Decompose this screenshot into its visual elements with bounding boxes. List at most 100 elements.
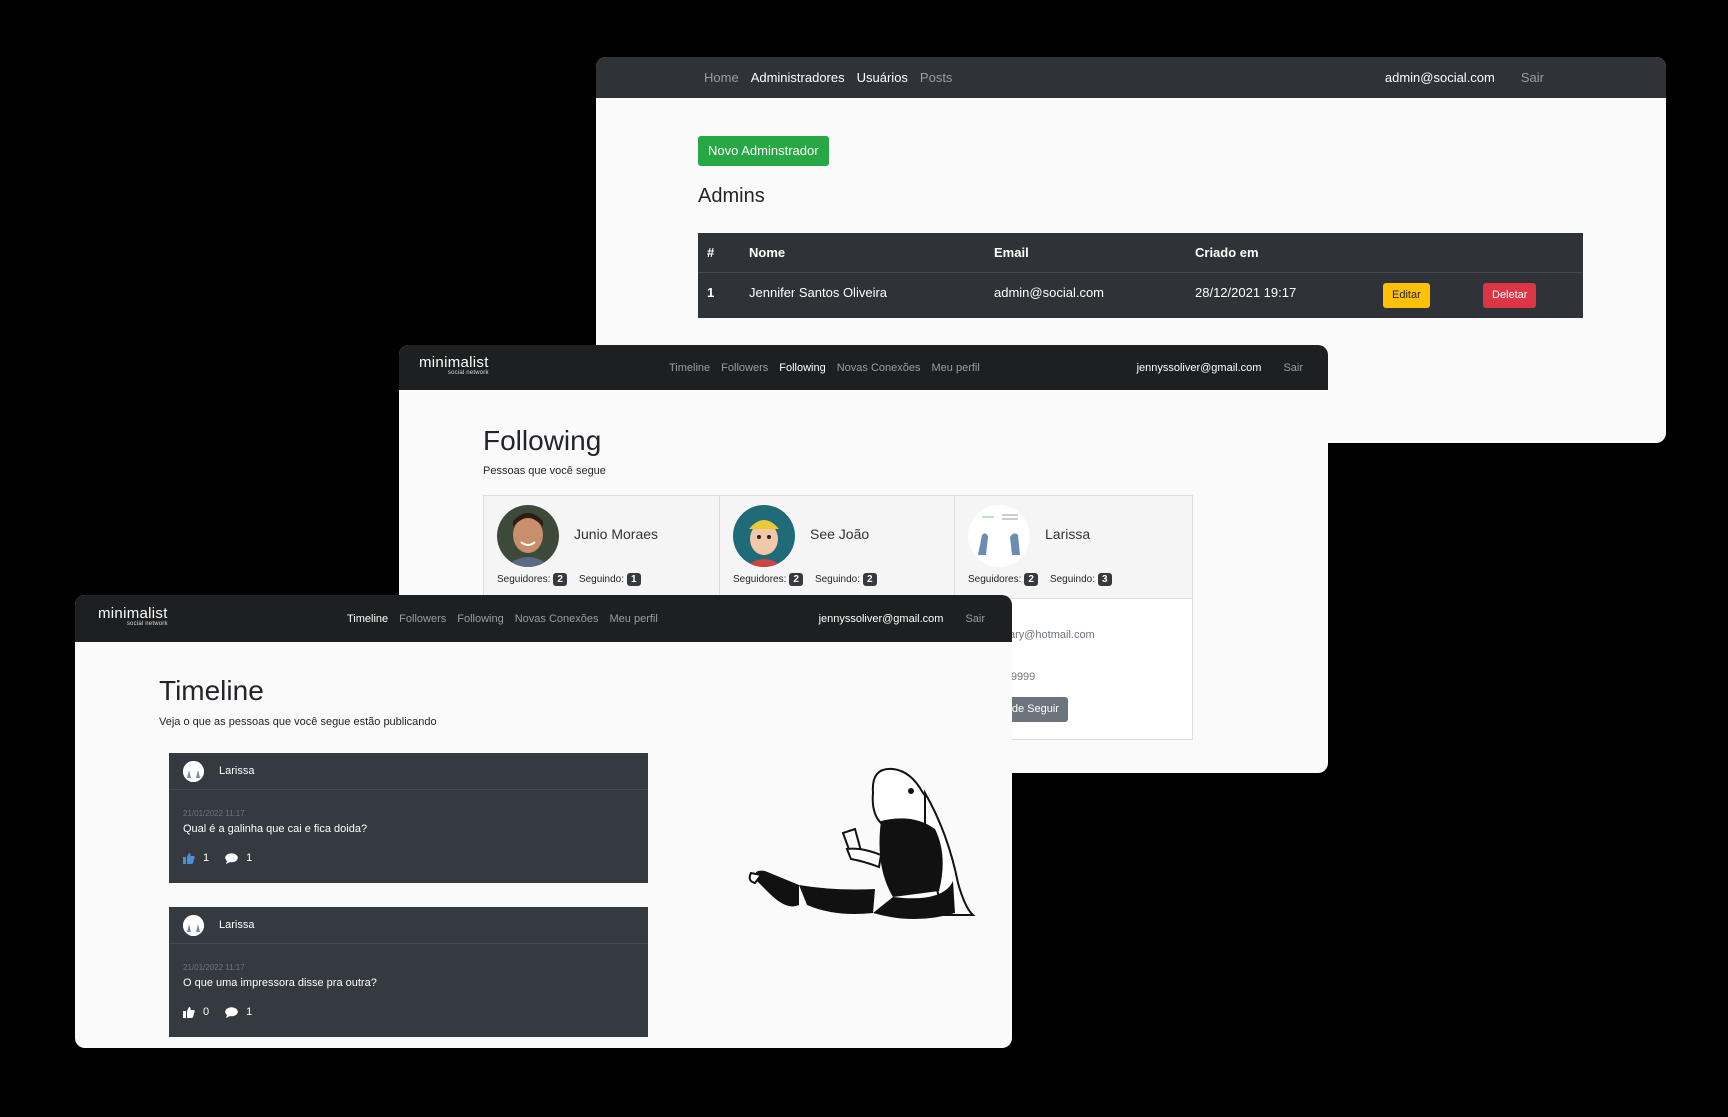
card-name: Larissa (1045, 526, 1091, 542)
header-id: # (707, 245, 715, 260)
logout-link[interactable]: Sair (1521, 70, 1544, 85)
followers-count: 2 (553, 573, 567, 586)
avatar (183, 761, 204, 782)
post-header: Larissa (169, 753, 648, 790)
thumbs-up-icon[interactable] (183, 852, 195, 864)
nav-followers[interactable]: Followers (399, 613, 446, 625)
like-count: 1 (203, 852, 210, 864)
post-date: 21/01/2022 11:17 (183, 809, 245, 818)
card-name: See João (810, 526, 870, 542)
following-nav-links: Timeline Followers Following Novas Conex… (669, 362, 980, 374)
nav-novas-conexoes[interactable]: Novas Conexões (515, 613, 599, 625)
user-email: jennyssoliver@gmail.com (1136, 361, 1262, 374)
new-admin-button[interactable]: Novo Adminstrador (698, 136, 829, 166)
page-subtitle: Veja o que as pessoas que você segue est… (159, 716, 437, 728)
following-count: 1 (626, 573, 641, 586)
logo[interactable]: minimalist social network (98, 605, 168, 627)
nav-timeline[interactable]: Timeline (347, 613, 388, 625)
table-row: 1 Jennifer Santos Oliveira admin@social.… (698, 273, 1583, 313)
card-stats: Seguidores: 2 Seguindo: 2 (733, 573, 877, 586)
user-card[interactable]: Junio Moraes Seguidores: 2 Seguindo: 1 (483, 495, 722, 599)
avatar (183, 915, 204, 936)
following-nav-right: jennyssoliver@gmail.com Sair (1137, 362, 1303, 374)
comment-count: 1 (246, 852, 253, 864)
thumbs-up-icon[interactable] (183, 1006, 195, 1018)
avatar (733, 505, 795, 567)
header-email: Email (994, 245, 1029, 260)
row-name: Jennifer Santos Oliveira (749, 285, 888, 300)
post-body: 21/01/2022 11:17 Qual é a galinha que ca… (169, 790, 648, 883)
row-created: 28/12/2021 19:17 (1195, 285, 1297, 300)
card-stats: Seguidores: 2 Seguindo: 1 (497, 573, 641, 586)
nav-meu-perfil[interactable]: Meu perfil (932, 362, 980, 374)
post-author[interactable]: Larissa (219, 765, 254, 777)
followers-label: Seguidores: (497, 574, 551, 585)
avatar-pigeons-icon (968, 505, 1030, 567)
comment-icon[interactable] (225, 852, 238, 864)
nav-timeline[interactable]: Timeline (669, 362, 710, 374)
timeline-navbar: minimalist social network Timeline Follo… (75, 595, 1012, 642)
admin-navbar: Home Administradores Usuários Posts admi… (596, 57, 1666, 98)
post-text: Qual é a galinha que cai e fica doida? (183, 823, 368, 835)
comment-icon[interactable] (225, 1006, 238, 1018)
followers-label: Seguidores: (968, 574, 1022, 585)
following-label: Seguindo: (1049, 574, 1095, 585)
logo[interactable]: minimalist social network (419, 354, 489, 376)
nav-posts[interactable]: Posts (920, 70, 953, 85)
woman-on-phone-illustration (748, 767, 976, 919)
user-email: jennyssoliver@gmail.com (818, 612, 944, 625)
admins-table: # Nome Email Criado em 1 Jennifer Santos… (698, 233, 1583, 318)
edit-button[interactable]: Editar (1383, 283, 1430, 308)
post-actions: 1 1 (183, 852, 252, 864)
admin-nav-right: admin@social.com Sair (1385, 70, 1544, 85)
like-count: 0 (203, 1006, 210, 1018)
nav-followers[interactable]: Followers (721, 362, 768, 374)
delete-button[interactable]: Deletar (1483, 283, 1537, 308)
post-card: Larissa 21/01/2022 11:17 Qual é a galinh… (169, 753, 648, 883)
avatar (497, 505, 559, 567)
logout-link[interactable]: Sair (1283, 362, 1303, 374)
post-body: 21/01/2022 11:17 O que uma impressora di… (169, 944, 648, 1037)
nav-home[interactable]: Home (704, 70, 739, 85)
post-card: Larissa 21/01/2022 11:17 O que uma impre… (169, 907, 648, 1037)
avatar-cartoon-icon (733, 505, 795, 567)
following-count: 3 (1097, 573, 1112, 586)
page-title: Following (483, 425, 602, 456)
admin-nav-links: Home Administradores Usuários Posts (704, 70, 952, 85)
following-navbar: minimalist social network Timeline Follo… (399, 345, 1328, 390)
logout-link[interactable]: Sair (965, 613, 985, 625)
nav-following[interactable]: Following (779, 362, 825, 374)
nav-usuarios[interactable]: Usuários (857, 70, 908, 85)
card-header: Junio Moraes Seguidores: 2 Seguindo: 1 (484, 496, 721, 598)
header-created: Criado em (1195, 245, 1259, 260)
user-card[interactable]: See João Seguidores: 2 Seguindo: 2 (719, 495, 958, 599)
post-date: 21/01/2022 11:17 (183, 963, 245, 972)
timeline-window: minimalist social network Timeline Follo… (75, 595, 1012, 1048)
post-text: O que uma impressora disse pra outra? (183, 977, 377, 989)
avatar-photo-icon (497, 505, 559, 567)
logo-text: minimalist (419, 354, 489, 371)
user-email: admin@social.com (1384, 70, 1495, 85)
table-header: # Nome Email Criado em (698, 233, 1583, 273)
avatar-pigeons-icon (183, 915, 204, 936)
following-label: Seguindo: (578, 574, 624, 585)
post-actions: 0 1 (183, 1006, 252, 1018)
page-subtitle: Pessoas que você segue (483, 465, 606, 477)
nav-meu-perfil[interactable]: Meu perfil (610, 613, 658, 625)
nav-following[interactable]: Following (457, 613, 503, 625)
timeline-nav-links: Timeline Followers Following Novas Conex… (347, 613, 658, 625)
avatar-pigeons-icon (183, 761, 204, 782)
nav-novas-conexoes[interactable]: Novas Conexões (837, 362, 921, 374)
comment-count: 1 (246, 1006, 253, 1018)
post-header: Larissa (169, 907, 648, 944)
logo-text: minimalist (98, 605, 168, 622)
avatar (968, 505, 1030, 567)
post-author[interactable]: Larissa (219, 919, 254, 931)
row-email: admin@social.com (994, 285, 1105, 300)
card-header: Larissa Seguidores: 2 Seguindo: 3 (955, 496, 1192, 598)
timeline-nav-right: jennyssoliver@gmail.com Sair (819, 613, 985, 625)
header-name: Nome (749, 245, 786, 260)
card-name: Junio Moraes (574, 526, 659, 542)
page-title: Admins (698, 185, 765, 207)
nav-administradores[interactable]: Administradores (751, 70, 845, 85)
